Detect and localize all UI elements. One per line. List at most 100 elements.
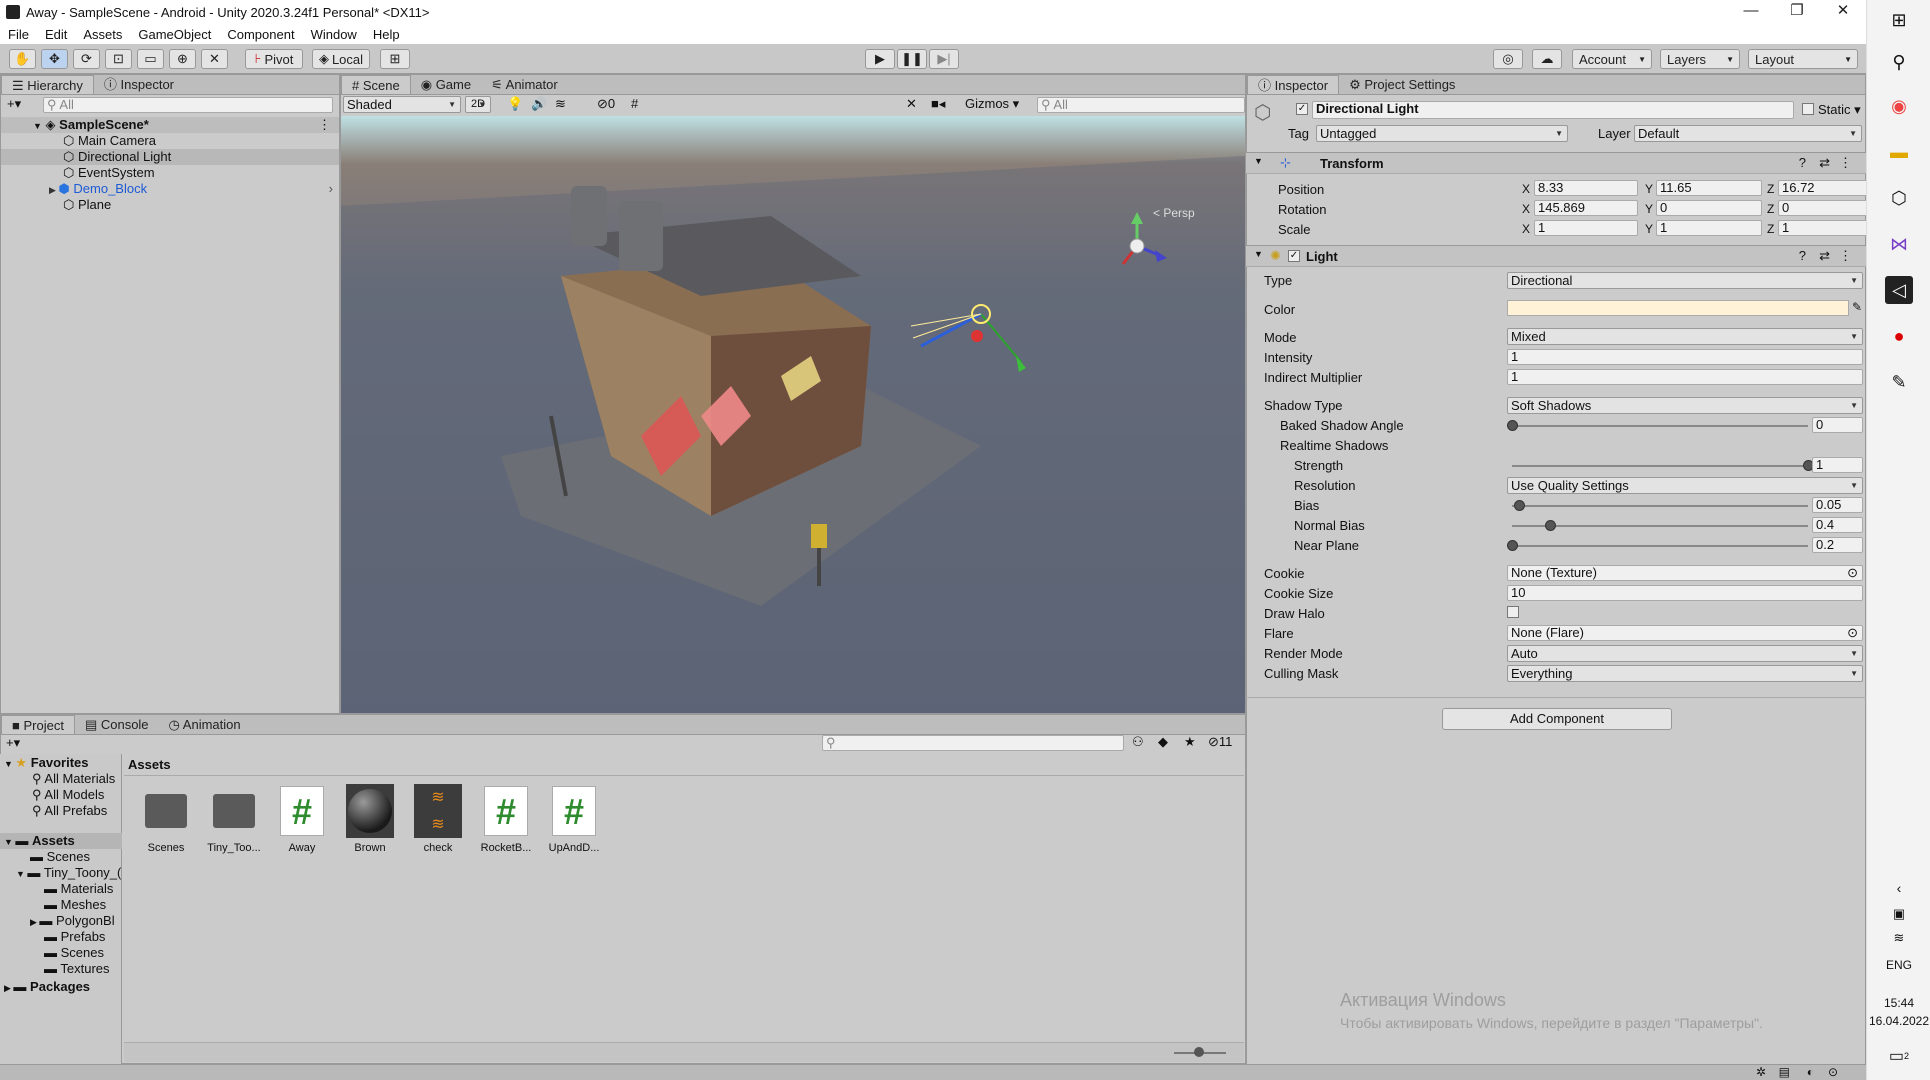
tree-folder-meshes[interactable]: ▬ Meshes <box>44 897 106 913</box>
step-button[interactable]: ▶| <box>929 49 959 69</box>
asset-tiny-toony[interactable]: Tiny_Too... <box>204 786 264 854</box>
tree-folder-materials[interactable]: ▬ Materials <box>44 881 113 897</box>
strength-field[interactable]: 1 <box>1812 457 1863 473</box>
auto-generate-icon[interactable]: ⊙ <box>1828 1065 1838 1079</box>
notifications-icon[interactable]: ▭ 2 <box>1885 1042 1913 1070</box>
hidden-packages-icon[interactable]: ⊘11 <box>1208 734 1232 750</box>
near-plane-field[interactable]: 0.2 <box>1812 537 1863 553</box>
help-icon[interactable]: ? <box>1799 155 1806 170</box>
bias-track[interactable] <box>1512 505 1808 507</box>
rotation-x-field[interactable]: 145.869 <box>1534 200 1638 216</box>
menu-assets[interactable]: Assets <box>75 27 130 42</box>
object-picker-icon[interactable]: ⊙ <box>1847 626 1858 640</box>
expand-arrow-icon[interactable]: ▼ <box>4 837 15 847</box>
scale-x-field[interactable]: 1 <box>1534 220 1638 236</box>
lighting-icon[interactable]: 💡 <box>507 96 523 112</box>
presets-icon[interactable]: ⇄ <box>1819 155 1830 171</box>
tree-folder-textures[interactable]: ▬ Textures <box>44 961 110 977</box>
expand-arrow-icon[interactable]: ▼ <box>4 759 15 769</box>
scene-viewport[interactable]: < Persp <box>341 116 1245 713</box>
normal-bias-track[interactable] <box>1512 525 1808 527</box>
scale-y-field[interactable]: 1 <box>1656 220 1762 236</box>
layout-dropdown[interactable]: Layout ▼ <box>1748 49 1858 69</box>
mode-dropdown[interactable]: Mixed <box>1507 328 1863 345</box>
hierarchy-item-eventsystem[interactable]: ⬡ EventSystem <box>1 165 339 181</box>
project-search-input[interactable]: ⚲ <box>822 735 1124 751</box>
more-icon[interactable]: ⋮ <box>1839 155 1852 171</box>
favorite-all-models[interactable]: ⚲ All Models <box>32 787 104 803</box>
light-header[interactable]: ▼ ✺ ✓ Light ? ⇄ ⋮ <box>1246 245 1866 267</box>
tab-console[interactable]: ▤ Console <box>75 715 159 734</box>
clock-date[interactable]: 16.04.2022 <box>1867 1014 1930 1028</box>
color-swatch[interactable] <box>1507 300 1849 316</box>
favorite-all-prefabs[interactable]: ⚲ All Prefabs <box>32 803 107 819</box>
favorite-all-materials[interactable]: ⚲ All Materials <box>32 771 115 787</box>
unity-editor-icon[interactable]: ◁ <box>1885 276 1913 304</box>
hand-tool-icon[interactable]: ✋ <box>9 49 36 69</box>
move-tool-icon[interactable]: ✥ <box>41 49 68 69</box>
filter-type-icon[interactable]: ⚇ <box>1132 734 1144 750</box>
debug-icon[interactable]: ✲ <box>1756 1065 1766 1079</box>
hierarchy-item-main-camera[interactable]: ⬡ Main Camera <box>1 133 339 149</box>
collab-icon[interactable]: ◎ <box>1493 49 1523 69</box>
help-icon[interactable]: ? <box>1799 248 1806 263</box>
asset-away-script[interactable]: # Away <box>272 786 332 854</box>
tree-folder-tiny-toony[interactable]: ▼ ▬ Tiny_Toony_( <box>16 865 122 881</box>
file-explorer-icon[interactable]: ▬ <box>1885 138 1913 166</box>
expand-arrow-icon[interactable]: ▶ <box>4 983 13 993</box>
add-icon[interactable]: +▾ <box>6 735 20 751</box>
progress-icon[interactable]: ◐ <box>1807 1065 1814 1079</box>
clock-time[interactable]: 15:44 <box>1867 996 1930 1010</box>
resolution-dropdown[interactable]: Use Quality Settings <box>1507 477 1863 494</box>
bias-field[interactable]: 0.05 <box>1812 497 1863 513</box>
shadow-type-dropdown[interactable]: Soft Shadows <box>1507 397 1863 414</box>
chevron-left-icon[interactable]: ‹ <box>1885 874 1913 902</box>
tab-project-settings[interactable]: ⚙ Project Settings <box>1339 75 1465 94</box>
rotation-y-field[interactable]: 0 <box>1656 200 1762 216</box>
tab-animation[interactable]: ◷ Animation <box>159 715 251 734</box>
static-dropdown[interactable]: Static ▾ <box>1818 102 1861 118</box>
custom-tool-icon[interactable]: ✕ <box>201 49 228 69</box>
audio-icon[interactable]: 🔊 <box>531 96 547 112</box>
tag-dropdown[interactable]: Untagged <box>1316 125 1568 142</box>
gizmos-dropdown[interactable]: Gizmos ▾ <box>965 96 1019 112</box>
menu-gameobject[interactable]: GameObject <box>130 27 219 42</box>
pause-button[interactable]: ❚❚ <box>897 49 927 69</box>
layer-dropdown[interactable]: Default <box>1634 125 1862 142</box>
scene-search-input[interactable]: ⚲ All <box>1037 97 1245 113</box>
assets-breadcrumb[interactable]: Assets <box>128 757 171 772</box>
expand-arrow-icon[interactable]: ▼ <box>33 121 42 131</box>
menu-file[interactable]: File <box>0 27 37 42</box>
tab-hierarchy[interactable]: ☰ Hierarchy <box>1 75 94 94</box>
hierarchy-item-demo-block[interactable]: ▶ ⬢ Demo_Block › <box>1 181 339 197</box>
tools-icon[interactable]: ✕ <box>906 96 917 112</box>
grid-icon[interactable]: # <box>631 96 638 111</box>
paint-icon[interactable]: ✎ <box>1885 368 1913 396</box>
maximize-button[interactable]: ❐ <box>1774 0 1820 24</box>
asset-check-audio[interactable]: ≋ ≋ check <box>408 784 468 854</box>
add-component-button[interactable]: Add Component <box>1442 708 1672 730</box>
hierarchy-item-plane[interactable]: ⬡ Plane <box>1 197 339 213</box>
indirect-multiplier-field[interactable]: 1 <box>1507 369 1863 385</box>
filter-label-icon[interactable]: ◆ <box>1158 734 1168 750</box>
collapse-arrow-icon[interactable]: ▼ <box>1254 156 1263 166</box>
asset-brown-material[interactable]: Brown <box>340 784 400 854</box>
baked-shadow-angle-field[interactable]: 0 <box>1812 417 1863 433</box>
account-dropdown[interactable]: Account ▼ <box>1572 49 1652 69</box>
tree-folder-scenes[interactable]: ▬ Scenes <box>30 849 90 865</box>
chrome-icon[interactable]: ◉ <box>1885 92 1913 120</box>
tab-project[interactable]: ■ Project <box>1 715 75 734</box>
2d-toggle[interactable]: 2D <box>465 96 491 113</box>
tab-game[interactable]: ◉ Game <box>411 75 481 94</box>
asset-scenes[interactable]: Scenes <box>136 786 196 854</box>
close-button[interactable]: ✕ <box>1820 0 1866 24</box>
render-mode-dropdown[interactable]: Auto <box>1507 645 1863 662</box>
asset-rocketb-script[interactable]: # RocketB... <box>476 786 536 854</box>
chevron-right-icon[interactable]: › <box>329 181 333 197</box>
menu-help[interactable]: Help <box>365 27 408 42</box>
near-plane-knob[interactable] <box>1507 540 1518 551</box>
tab-inspector-left[interactable]: ⓘ Inspector <box>94 75 184 94</box>
cookie-size-field[interactable]: 10 <box>1507 585 1863 601</box>
unity-hub-icon[interactable]: ⬡ <box>1885 184 1913 212</box>
add-icon[interactable]: +▾ <box>7 96 21 112</box>
